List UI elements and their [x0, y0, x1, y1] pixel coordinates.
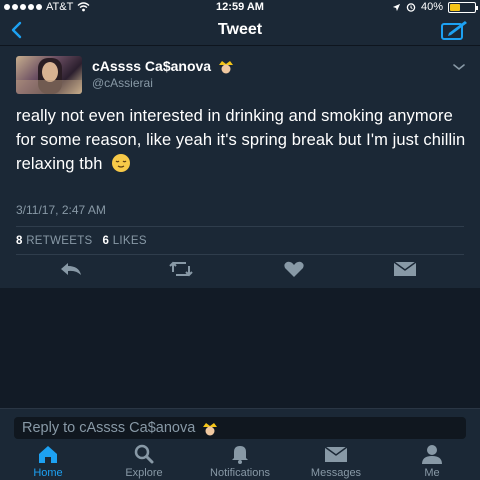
- location-arrow-icon: [392, 3, 401, 11]
- tab-messages[interactable]: Messages: [288, 440, 384, 480]
- crown-emoji-icon: [203, 423, 218, 436]
- tab-label: Messages: [310, 467, 362, 479]
- status-bar: AT&T 12:59 AM 40%: [0, 0, 480, 16]
- avatar-photo: [16, 58, 82, 94]
- likes-stat[interactable]: 6 LIKES: [103, 235, 147, 247]
- tab-label: Explore: [125, 467, 163, 479]
- likes-label: LIKES: [112, 235, 147, 247]
- retweets-count: 8: [16, 235, 23, 247]
- battery-fill: [450, 3, 460, 11]
- direct-message-icon[interactable]: [392, 260, 418, 278]
- person-icon: [422, 445, 442, 464]
- battery-percent: 40%: [420, 1, 443, 13]
- tweet-stats: 8 RETWEETS 6 LIKES: [16, 235, 147, 247]
- divider: [16, 226, 464, 227]
- tweet-text: really not even interested in drinking a…: [16, 107, 466, 173]
- tab-bar: Home Explore Notifications Messages Me: [0, 440, 480, 480]
- reply-input[interactable]: Reply to cAssss Ca$anova: [14, 417, 466, 439]
- search-icon: [134, 444, 154, 464]
- page-title: Tweet: [217, 21, 263, 38]
- status-right: 40%: [392, 1, 478, 13]
- tweet-timestamp: 3/11/17, 2:47 AM: [16, 203, 106, 217]
- tab-label: Notifications: [210, 467, 270, 479]
- reply-placeholder: Reply to cAssss Ca$anova: [22, 420, 196, 436]
- avatar[interactable]: [16, 56, 82, 94]
- crown-emoji-icon: [219, 61, 234, 74]
- tab-label: Home: [33, 467, 63, 479]
- author-handle: @cAssierai: [92, 76, 153, 90]
- tweet-detail: cAssss Ca$anova @cAssierai really not ev…: [0, 46, 480, 288]
- retweet-icon[interactable]: [168, 260, 194, 278]
- bell-icon: [232, 446, 248, 464]
- author-name-row: cAssss Ca$anova: [92, 58, 235, 74]
- divider: [16, 254, 464, 255]
- tweet-author[interactable]: cAssss Ca$anova @cAssierai: [92, 58, 235, 90]
- compose-tweet-icon[interactable]: [440, 19, 468, 41]
- home-icon: [39, 446, 57, 463]
- tab-label: Me: [424, 467, 440, 479]
- battery-icon: [448, 1, 478, 13]
- envelope-icon: [324, 446, 348, 462]
- alarm-icon: [406, 3, 416, 12]
- tab-me[interactable]: Me: [384, 440, 480, 480]
- tab-explore[interactable]: Explore: [96, 440, 192, 480]
- tab-home[interactable]: Home: [0, 440, 96, 480]
- tweet-text-block: really not even interested in drinking a…: [16, 104, 471, 176]
- like-icon[interactable]: [281, 260, 307, 278]
- relieved-face-emoji-icon: [112, 154, 131, 172]
- retweets-label: RETWEETS: [26, 235, 93, 247]
- tab-notifications[interactable]: Notifications: [192, 440, 288, 480]
- tweet-actions: [0, 260, 480, 280]
- nav-bar: Tweet: [0, 16, 480, 46]
- reply-icon[interactable]: [58, 260, 84, 278]
- retweets-stat[interactable]: 8 RETWEETS: [16, 235, 93, 247]
- author-name: cAssss Ca$anova: [92, 58, 212, 74]
- likes-count: 6: [102, 235, 110, 247]
- chevron-down-icon[interactable]: [452, 62, 466, 72]
